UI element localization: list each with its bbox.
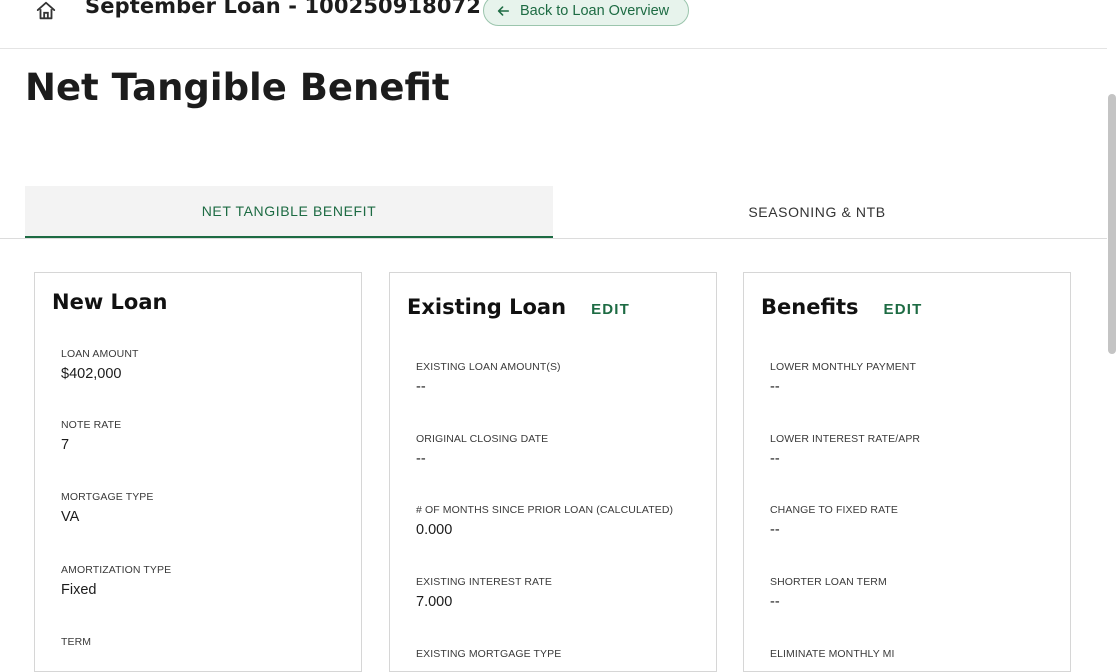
months-since-prior-loan-field: # OF MONTHS SINCE PRIOR LOAN (CALCULATED… (416, 504, 673, 538)
back-to-loan-overview-button[interactable]: Back to Loan Overview (483, 0, 689, 26)
scrollbar-thumb[interactable] (1108, 94, 1116, 354)
page-title: Net Tangible Benefit (25, 66, 450, 109)
field-value: -- (770, 594, 780, 610)
field-label: LOWER MONTHLY PAYMENT (770, 361, 917, 373)
field-value: -- (770, 451, 780, 467)
original-closing-date-field: ORIGINAL CLOSING DATE -- (416, 433, 548, 467)
amortization-type-field: AMORTIZATION TYPE Fixed (61, 564, 171, 598)
mortgage-type-field: MORTGAGE TYPE VA (61, 491, 154, 525)
field-label: TERM (61, 636, 92, 648)
existing-loan-edit-button[interactable]: EDIT (591, 301, 630, 318)
field-value: 0.000 (416, 522, 453, 538)
field-value: -- (416, 451, 426, 467)
card-title: Existing Loan (407, 295, 567, 319)
eliminate-monthly-mi-field: ELIMINATE MONTHLY MI (770, 648, 895, 666)
benefits-card: Benefits EDIT LOWER MONTHLY PAYMENT -- L… (743, 272, 1071, 672)
card-title: Benefits (761, 295, 859, 319)
field-label: EXISTING LOAN AMOUNT(S) (416, 361, 561, 373)
field-value: 7 (61, 437, 70, 453)
field-label: AMORTIZATION TYPE (61, 564, 172, 576)
field-label: MORTGAGE TYPE (61, 491, 154, 503)
field-value: -- (770, 522, 780, 538)
card-title: New Loan (52, 290, 168, 314)
field-label: ELIMINATE MONTHLY MI (770, 648, 895, 660)
field-label: NOTE RATE (61, 419, 122, 431)
tab-net-tangible-benefit[interactable]: NET TANGIBLE BENEFIT (25, 186, 553, 238)
field-label: CHANGE TO FIXED RATE (770, 504, 899, 516)
existing-loan-amounts-field: EXISTING LOAN AMOUNT(S) -- (416, 361, 561, 395)
back-button-label: Back to Loan Overview (520, 2, 670, 19)
field-label: EXISTING INTEREST RATE (416, 576, 552, 588)
top-header: September Loan - 100250918072 Back to Lo… (0, 0, 1120, 49)
term-field: TERM (61, 636, 91, 654)
benefits-header: Benefits EDIT (761, 295, 923, 319)
existing-loan-card: Existing Loan EDIT EXISTING LOAN AMOUNT(… (389, 272, 717, 672)
field-label: # OF MONTHS SINCE PRIOR LOAN (CALCULATED… (416, 504, 674, 516)
change-to-fixed-rate-field: CHANGE TO FIXED RATE -- (770, 504, 898, 538)
existing-interest-rate-field: EXISTING INTEREST RATE 7.000 (416, 576, 552, 610)
field-value: VA (61, 509, 80, 525)
field-label: EXISTING MORTGAGE TYPE (416, 648, 562, 660)
loan-title: September Loan - 100250918072 (85, 0, 482, 18)
field-value: -- (770, 379, 780, 395)
note-rate-field: NOTE RATE 7 (61, 419, 121, 453)
lower-interest-rate-field: LOWER INTEREST RATE/APR -- (770, 433, 920, 467)
existing-loan-header: Existing Loan EDIT (407, 295, 630, 319)
field-label: ORIGINAL CLOSING DATE (416, 433, 549, 445)
field-label: LOAN AMOUNT (61, 348, 139, 360)
tab-seasoning-ntb[interactable]: SEASONING & NTB (553, 186, 1081, 238)
existing-mortgage-type-field: EXISTING MORTGAGE TYPE (416, 648, 561, 666)
field-value: 7.000 (416, 594, 453, 610)
home-icon[interactable] (35, 0, 57, 22)
field-label: SHORTER LOAN TERM (770, 576, 887, 588)
lower-monthly-payment-field: LOWER MONTHLY PAYMENT -- (770, 361, 916, 395)
new-loan-header: New Loan (52, 290, 167, 314)
field-value: Fixed (61, 582, 97, 598)
benefits-edit-button[interactable]: EDIT (884, 301, 923, 318)
tab-bar: NET TANGIBLE BENEFIT SEASONING & NTB (0, 186, 1107, 239)
shorter-loan-term-field: SHORTER LOAN TERM -- (770, 576, 887, 610)
arrow-left-icon (497, 5, 510, 16)
new-loan-card: New Loan LOAN AMOUNT $402,000 NOTE RATE … (34, 272, 362, 672)
loan-amount-field: LOAN AMOUNT $402,000 (61, 348, 139, 382)
field-value: $402,000 (61, 366, 122, 382)
field-value: -- (416, 379, 426, 395)
field-label: LOWER INTEREST RATE/APR (770, 433, 921, 445)
